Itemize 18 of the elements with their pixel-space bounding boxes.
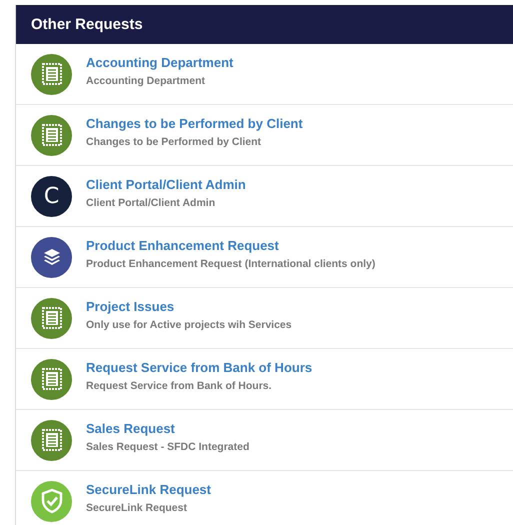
- request-link[interactable]: SecureLink Request: [86, 482, 211, 497]
- request-link[interactable]: Request Service from Bank of Hours: [86, 360, 312, 375]
- letter-avatar: C: [31, 176, 72, 216]
- request-description: Sales Request - SFDC Integrated: [86, 441, 250, 453]
- request-description: SecureLink Request: [86, 502, 188, 514]
- panel-title: Other Requests: [31, 16, 143, 33]
- request-link[interactable]: Product Enhancement Request: [86, 238, 376, 253]
- request-description: Product Enhancement Request (International clients only): [86, 258, 376, 270]
- request-link[interactable]: Sales Request: [86, 421, 250, 436]
- request-link[interactable]: Changes to be Performed by Client: [86, 116, 303, 131]
- request-description: Request Service from Bank of Hours.: [86, 380, 273, 392]
- request-description: Changes to be Performed by Client: [86, 136, 262, 148]
- request-description: Accounting Department: [86, 75, 206, 87]
- request-link[interactable]: Accounting Department: [86, 55, 234, 70]
- request-link[interactable]: Client Portal/Client Admin: [86, 177, 246, 192]
- request-link[interactable]: Project Issues: [86, 299, 292, 314]
- request-description: Only use for Active projects wih Services: [86, 319, 292, 331]
- request-description: Client Portal/Client Admin: [86, 197, 216, 209]
